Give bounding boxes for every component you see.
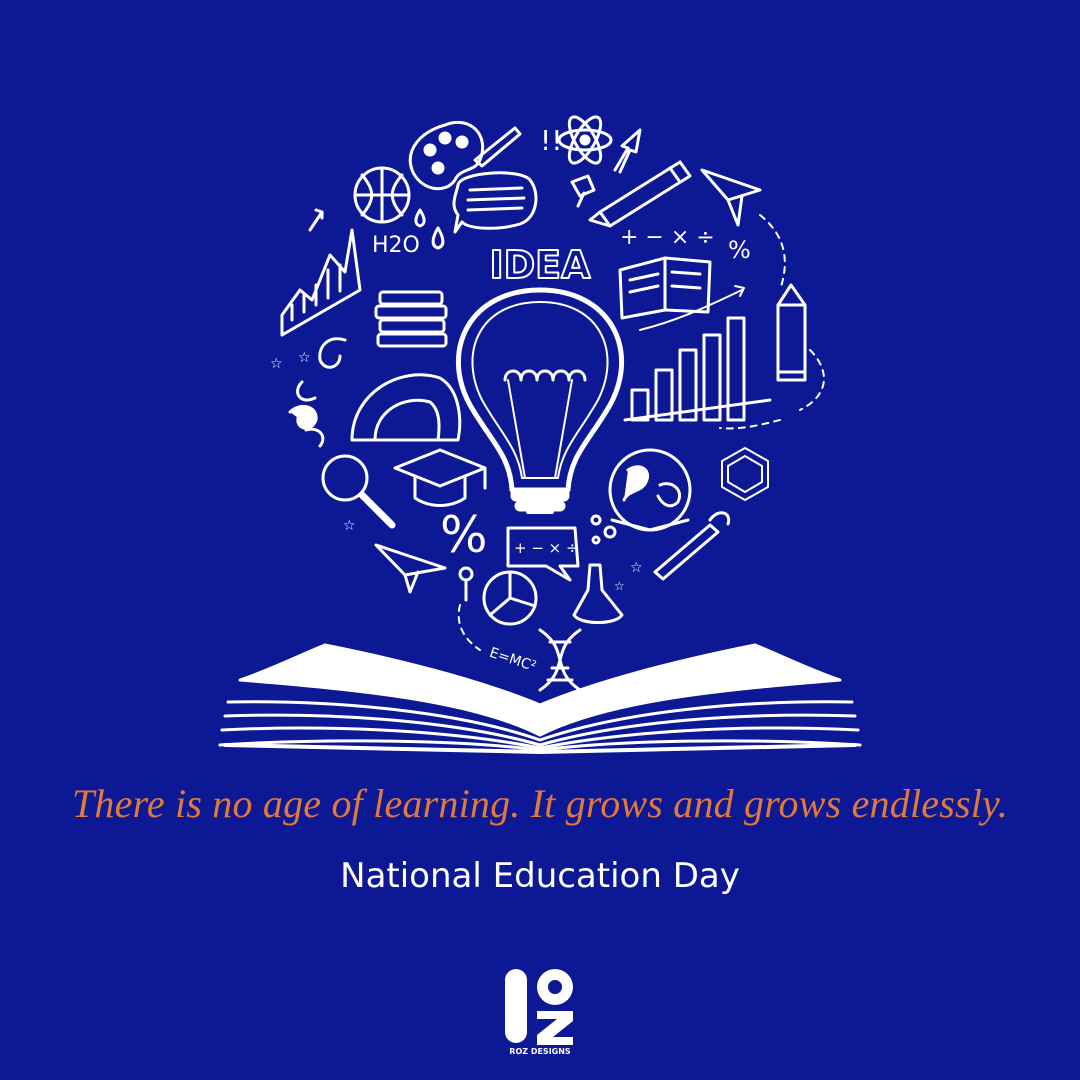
- pushpin-bottom-icon: [458, 566, 474, 602]
- pencil-vertical-icon: [719, 283, 825, 430]
- speech-bubble-icon: [452, 171, 538, 234]
- pie-chart-icon: [482, 570, 538, 626]
- math-bubble-text: + − × ÷: [514, 539, 579, 557]
- svg-text:☆: ☆: [298, 350, 311, 366]
- quote-text: There is no age of learning. It grows an…: [71, 781, 1009, 826]
- svg-text:☆: ☆: [270, 356, 283, 372]
- open-book-icon: [218, 643, 862, 754]
- atom-icon: [557, 115, 613, 165]
- book-stack-icon: [374, 290, 448, 348]
- paintbrush-small-icon: [653, 511, 731, 581]
- arrow-up-icon: [613, 128, 642, 174]
- bar-chart-icon: [623, 316, 772, 422]
- magnifying-glass-icon: [321, 454, 396, 529]
- math-operators-row: + − × ÷: [620, 225, 715, 250]
- pencil-icon: [588, 160, 692, 228]
- paint-palette-icon: [408, 120, 485, 191]
- light-bulb-icon: [455, 287, 625, 514]
- percent-large: %: [440, 506, 488, 564]
- paper-plane-icon: [700, 168, 762, 227]
- education-illustration: IDEA !! + − × ÷ % H2O ☆ ☆ ☆ % + − × ÷ E=…: [218, 115, 862, 754]
- basketball-icon: [353, 166, 411, 224]
- idea-word: IDEA: [489, 243, 591, 287]
- water-formula: H2O: [372, 233, 420, 258]
- globe-icon: [608, 448, 692, 532]
- graduation-cap-icon: [393, 448, 487, 507]
- event-title: National Education Day: [340, 856, 740, 896]
- brand-caption: ROZ DESIGNS: [509, 1047, 571, 1056]
- textbook-icon: [618, 256, 712, 320]
- protractor-icon: [350, 373, 462, 442]
- water-drops-icon: [414, 208, 445, 250]
- svg-text:☆: ☆: [343, 518, 356, 534]
- dna-icon: [538, 628, 582, 692]
- svg-text:☆: ☆: [630, 560, 643, 576]
- percent-symbol: %: [728, 236, 751, 264]
- pushpin-icon: [570, 174, 596, 208]
- paper-plane-small-icon: [374, 543, 447, 594]
- line-graph-icon: [280, 208, 362, 337]
- energy-formula: E=MC²: [487, 645, 538, 675]
- flask-icon: [572, 563, 624, 624]
- svg-text:☆: ☆: [614, 579, 625, 593]
- benzene-molecule-icon: [721, 447, 769, 501]
